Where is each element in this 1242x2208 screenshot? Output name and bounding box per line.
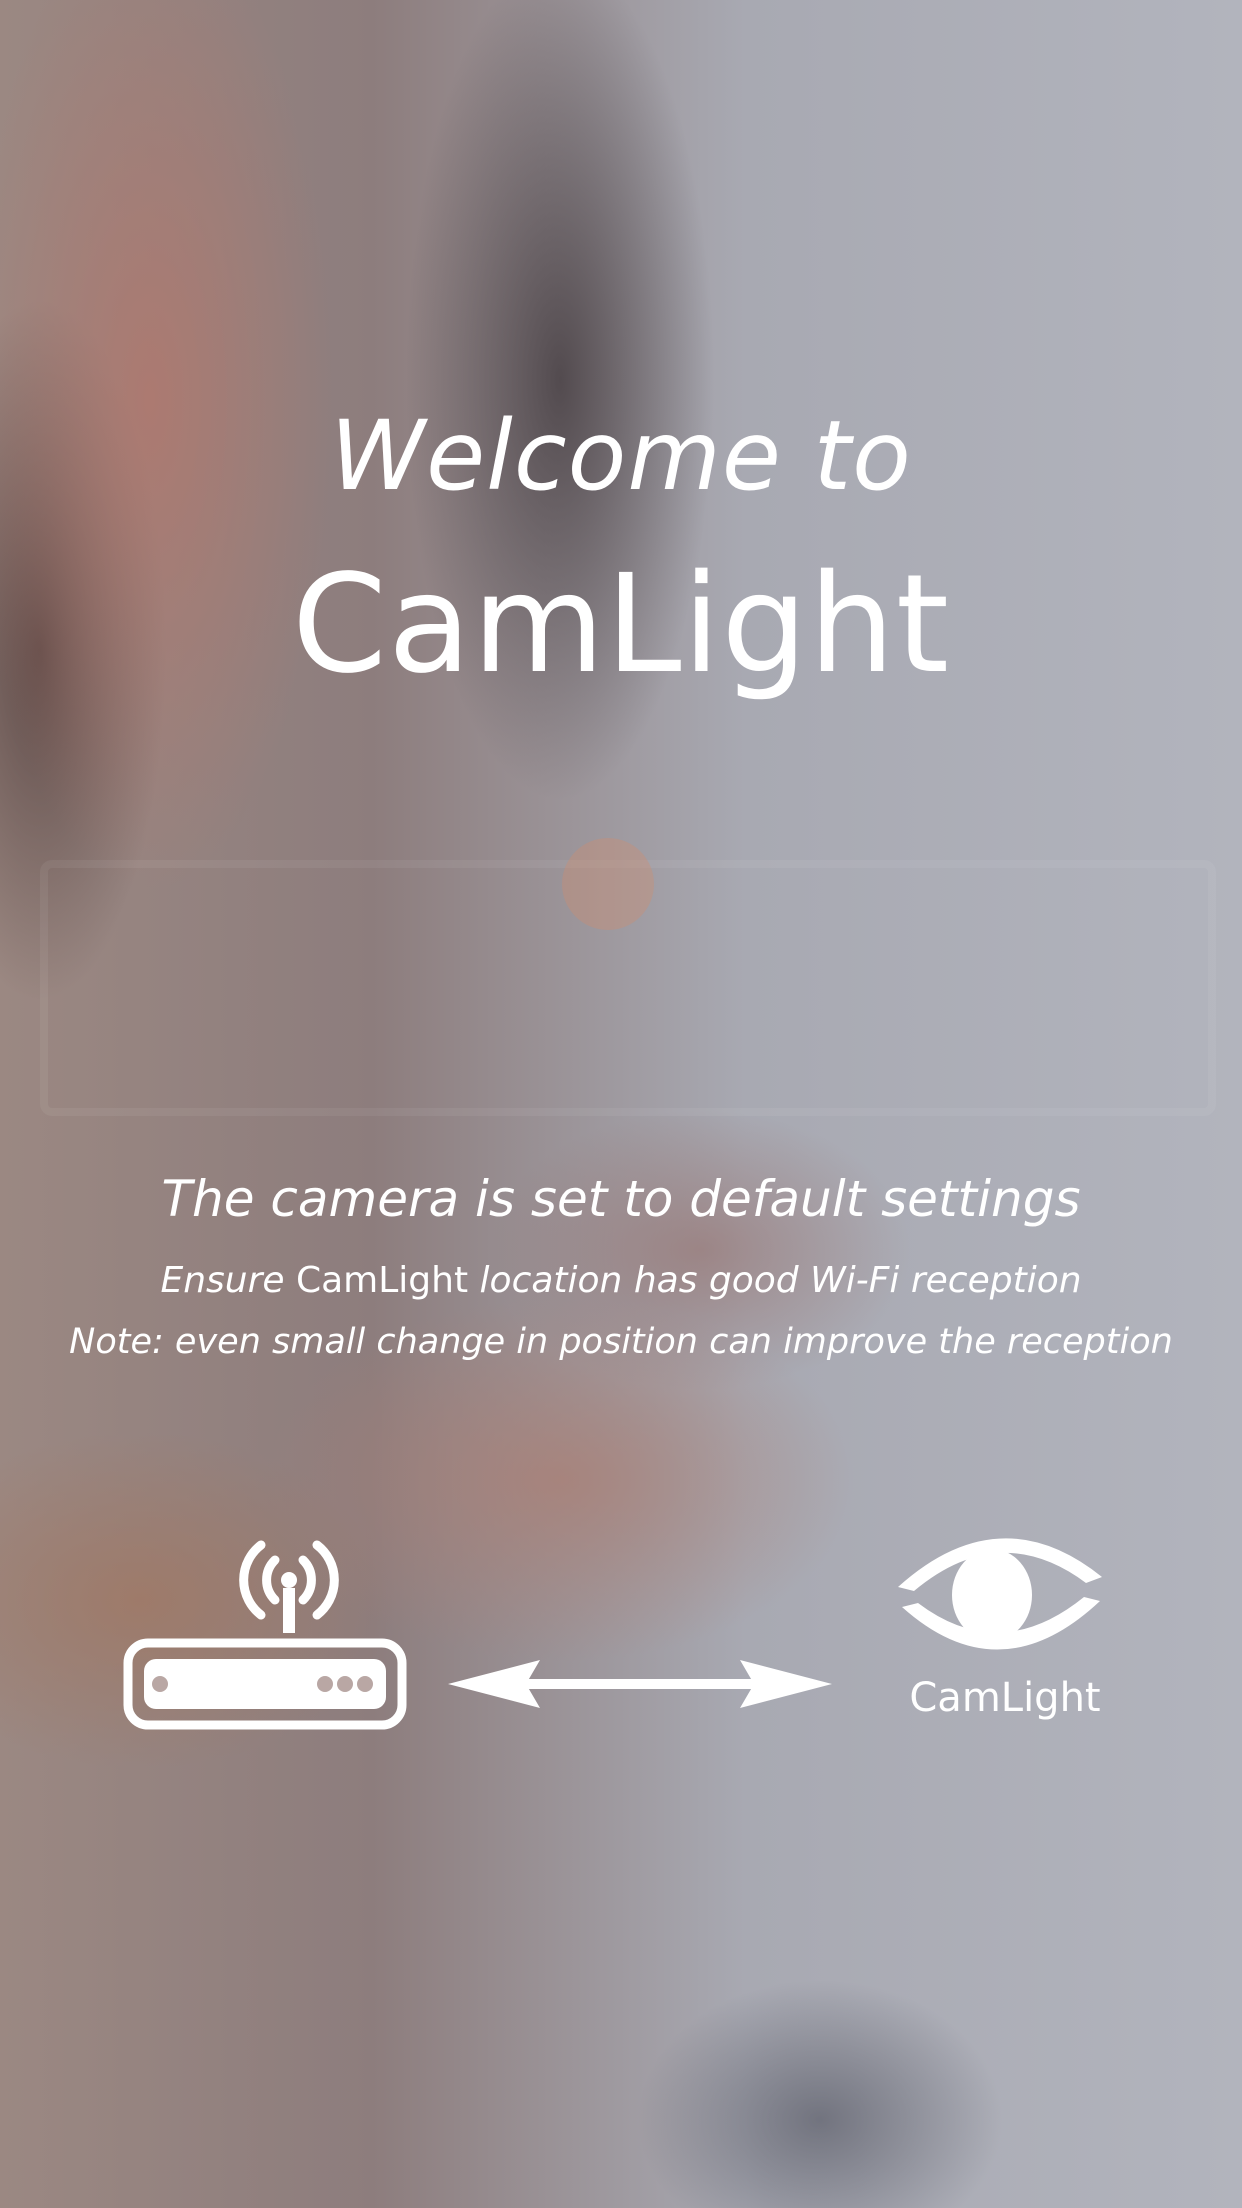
- wifi-router-icon: [123, 1540, 407, 1730]
- default-settings-message: The camera is set to default settings: [161, 1170, 1081, 1228]
- double-arrow-icon: [448, 1660, 832, 1708]
- camlight-eye-logo-icon: [898, 1538, 1102, 1650]
- welcome-heading: Welcome to: [330, 400, 912, 512]
- background-watermark-dot: [562, 838, 654, 930]
- camlight-logo-label: CamLight: [909, 1675, 1101, 1721]
- reception-instruction-prefix: Ensure: [160, 1260, 296, 1301]
- reception-instruction-brand: CamLight: [295, 1260, 469, 1301]
- position-note: Note: even small change in position can …: [69, 1322, 1173, 1362]
- brand-title: CamLight: [291, 546, 951, 704]
- reception-instruction-suffix: location has good Wi-Fi reception: [468, 1260, 1082, 1301]
- reception-instruction: Ensure CamLight location has good Wi-Fi …: [0, 1260, 1242, 1301]
- welcome-screen: Welcome to CamLight The camera is set to…: [0, 0, 1242, 2208]
